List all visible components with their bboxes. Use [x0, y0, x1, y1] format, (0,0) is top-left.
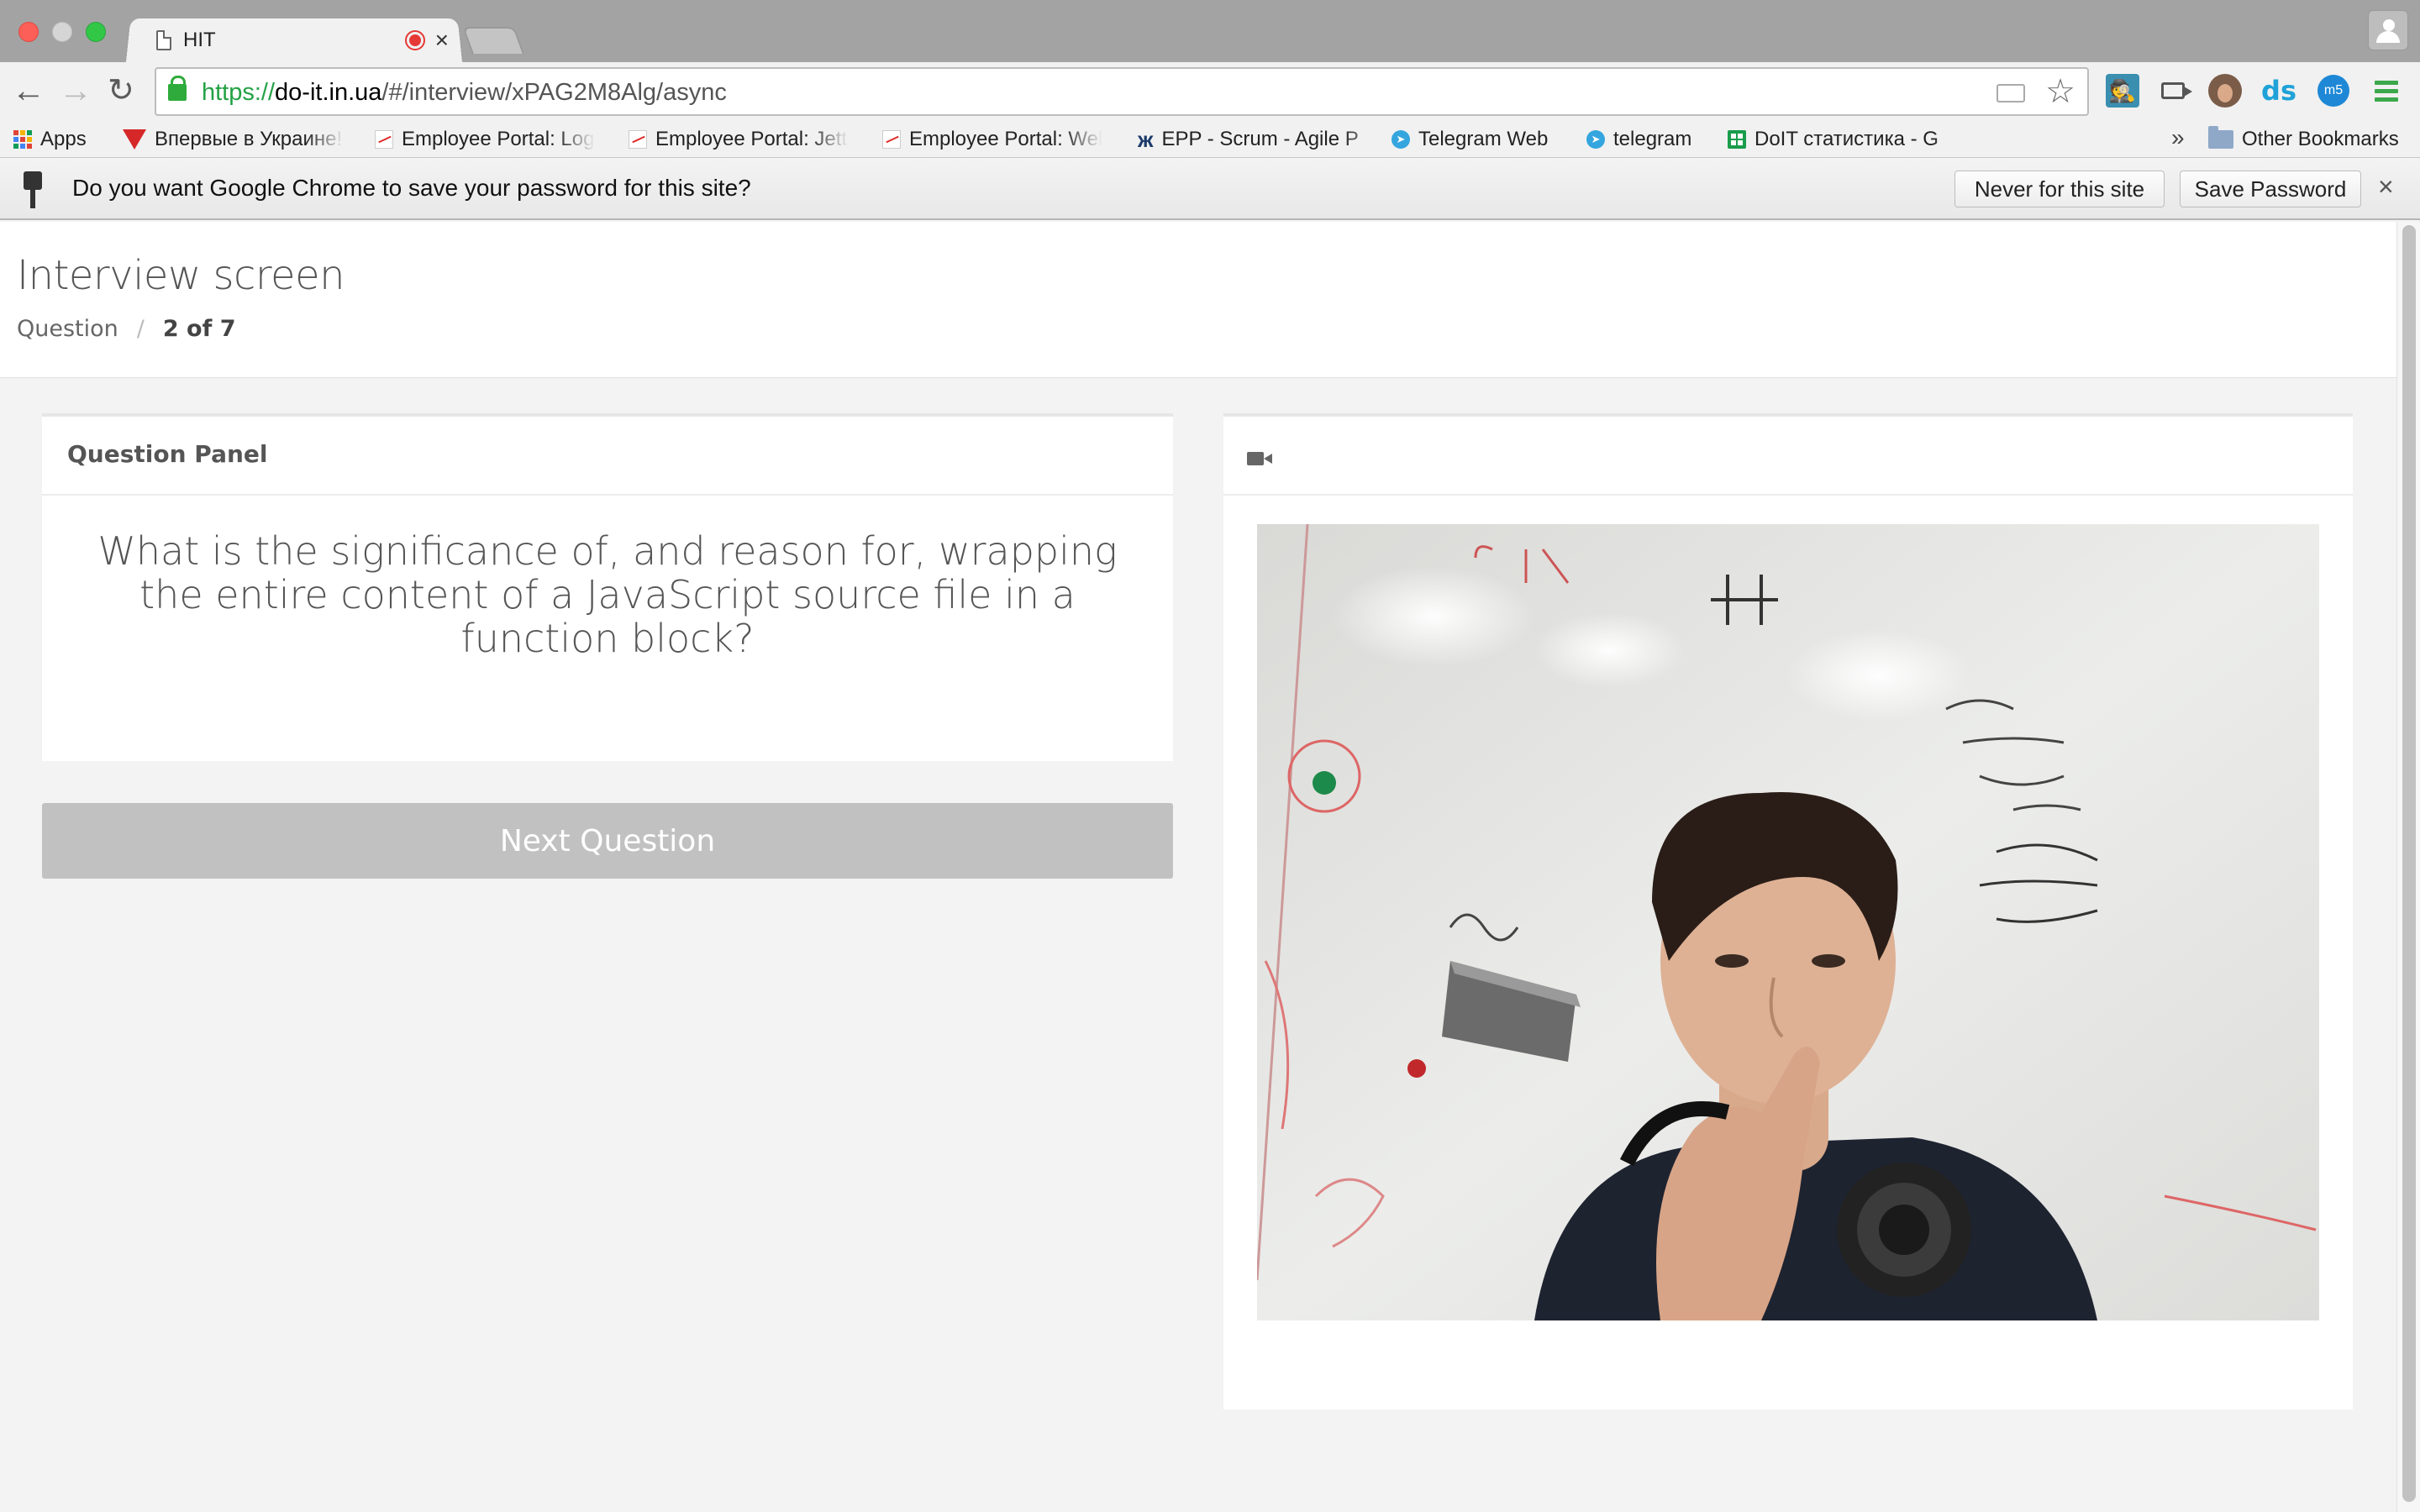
bookmark-epp-scrum[interactable]: ж EPP - Scrum - Agile P — [1138, 126, 1388, 153]
bookmark-label: Other Bookmarks — [2242, 128, 2399, 150]
bookmarks-bar: Apps Впервые в Украине! Employee Portal:… — [0, 121, 2420, 158]
document-icon — [156, 30, 171, 50]
video-camera-icon — [1247, 452, 1272, 465]
bookmark-employee-portal-wel[interactable]: Employee Portal: Wel — [882, 126, 1102, 153]
telegram-icon: ➤ — [1392, 130, 1410, 149]
recording-icon — [404, 30, 425, 50]
ds-extension-icon[interactable]: ds — [2261, 74, 2296, 108]
video-panel — [1223, 413, 2353, 1410]
bookmark-label: Employee Portal: Log — [402, 128, 595, 150]
apps-grid-icon — [13, 130, 32, 149]
url-scheme: https:// — [202, 79, 276, 106]
lock-icon — [168, 76, 187, 101]
portal-favicon-icon — [882, 130, 901, 149]
bookmark-label: Впервые в Украине! — [155, 128, 343, 150]
bookmark-employee-portal-log[interactable]: Employee Portal: Log — [375, 126, 595, 153]
incognito-extension-icon[interactable]: 🕵 — [2106, 74, 2139, 108]
infobar-message: Do you want Google Chrome to save your p… — [72, 175, 751, 201]
bookmark-label: Employee Portal: Jett — [655, 128, 848, 150]
bookmark-label: Employee Portal: Wel — [909, 128, 1102, 150]
forward-arrow-icon[interactable]: → — [59, 74, 92, 108]
minimize-window-button[interactable] — [52, 22, 72, 42]
video-extension-icon[interactable] — [2156, 74, 2192, 108]
breadcrumb-current: 2 of 7 — [162, 316, 236, 342]
webcam-image — [1257, 524, 2319, 1320]
key-icon — [24, 171, 42, 208]
browser-toolbar: ← → ↻ https://do-it.in.ua/#/interview/xP… — [0, 62, 2420, 121]
tab-close-icon[interactable]: × — [435, 29, 449, 52]
url-host: do-it.in.ua — [275, 79, 382, 106]
user-avatar-extension-icon[interactable] — [2208, 74, 2242, 108]
page-scrollbar[interactable] — [2396, 222, 2420, 1512]
next-question-button[interactable]: Next Question — [42, 803, 1173, 879]
zoom-window-button[interactable] — [86, 22, 106, 42]
breadcrumb-separator: / — [136, 316, 145, 342]
question-text: What is the significance of, and reason … — [97, 528, 1118, 661]
portal-favicon-icon — [629, 130, 647, 149]
bookmarks-overflow-chevron[interactable]: » — [2171, 124, 2185, 151]
bookmark-star-icon[interactable]: ☆ — [2045, 72, 2075, 111]
camera-in-use-icon[interactable] — [1996, 84, 2025, 102]
bookmark-doit-stats[interactable]: DoIT статистика - G — [1728, 126, 1976, 153]
telegram-icon: ➤ — [1586, 130, 1605, 149]
sheets-icon — [1728, 130, 1746, 149]
chrome-menu-icon[interactable] — [2370, 74, 2403, 108]
new-tab-button[interactable] — [462, 27, 524, 54]
save-password-infobar: Do you want Google Chrome to save your p… — [0, 158, 2420, 220]
bookmark-apps[interactable]: Apps — [13, 126, 87, 153]
bookmark-employee-portal-jett[interactable]: Employee Portal: Jett — [629, 126, 849, 153]
never-for-this-site-button[interactable]: Never for this site — [1954, 171, 2165, 207]
close-window-button[interactable] — [18, 22, 39, 42]
vesti-logo-icon — [123, 129, 146, 150]
scrollbar-thumb[interactable] — [2402, 225, 2416, 1502]
tab-strip: HIT × — [0, 0, 2420, 63]
url-path: /#/interview/xPAG2M8Alg/async — [381, 79, 727, 106]
save-password-button[interactable]: Save Password — [2180, 171, 2361, 207]
jira-favicon-icon: ж — [1138, 126, 1154, 152]
profile-icon[interactable] — [2368, 10, 2408, 50]
question-panel-heading: Question Panel — [42, 417, 1173, 496]
bookmark-telegram-web[interactable]: ➤ Telegram Web — [1392, 126, 1548, 153]
bookmark-label: Apps — [40, 128, 87, 150]
question-panel: Question Panel What is the significance … — [42, 413, 1173, 761]
infobar-close-icon[interactable]: × — [2378, 171, 2394, 202]
breadcrumb: Question / 2 of 7 — [17, 316, 236, 342]
breadcrumb-parent[interactable]: Question — [17, 316, 118, 342]
bookmark-vesti[interactable]: Впервые в Украине! — [123, 126, 345, 153]
page-title: Interview screen — [17, 252, 345, 299]
m5-extension-icon[interactable]: m5 — [2317, 75, 2349, 107]
tab-title: HIT — [183, 29, 216, 51]
bookmark-label: Telegram Web — [1418, 128, 1549, 150]
url-text[interactable]: https://do-it.in.ua/#/interview/xPAG2M8A… — [202, 79, 727, 107]
address-bar[interactable]: https://do-it.in.ua/#/interview/xPAG2M8A… — [155, 67, 2089, 116]
bookmark-label: EPP - Scrum - Agile P — [1161, 128, 1359, 150]
bookmark-label: telegram — [1613, 128, 1692, 150]
page-header: Interview screen Question / 2 of 7 — [0, 222, 2396, 378]
active-tab[interactable]: HIT × — [150, 18, 460, 62]
bookmark-label: DoIT статистика - G — [1754, 128, 1939, 150]
other-bookmarks[interactable]: Other Bookmarks — [2208, 126, 2399, 153]
folder-icon — [2208, 126, 2233, 149]
reload-icon[interactable]: ↻ — [108, 75, 134, 107]
video-panel-heading — [1223, 417, 2353, 496]
page-content: Interview screen Question / 2 of 7 Quest… — [0, 222, 2396, 1512]
portal-favicon-icon — [375, 130, 393, 149]
webcam-video-feed — [1257, 524, 2319, 1320]
back-arrow-icon[interactable]: ← — [12, 74, 45, 108]
bookmark-telegram[interactable]: ➤ telegram — [1586, 126, 1691, 153]
